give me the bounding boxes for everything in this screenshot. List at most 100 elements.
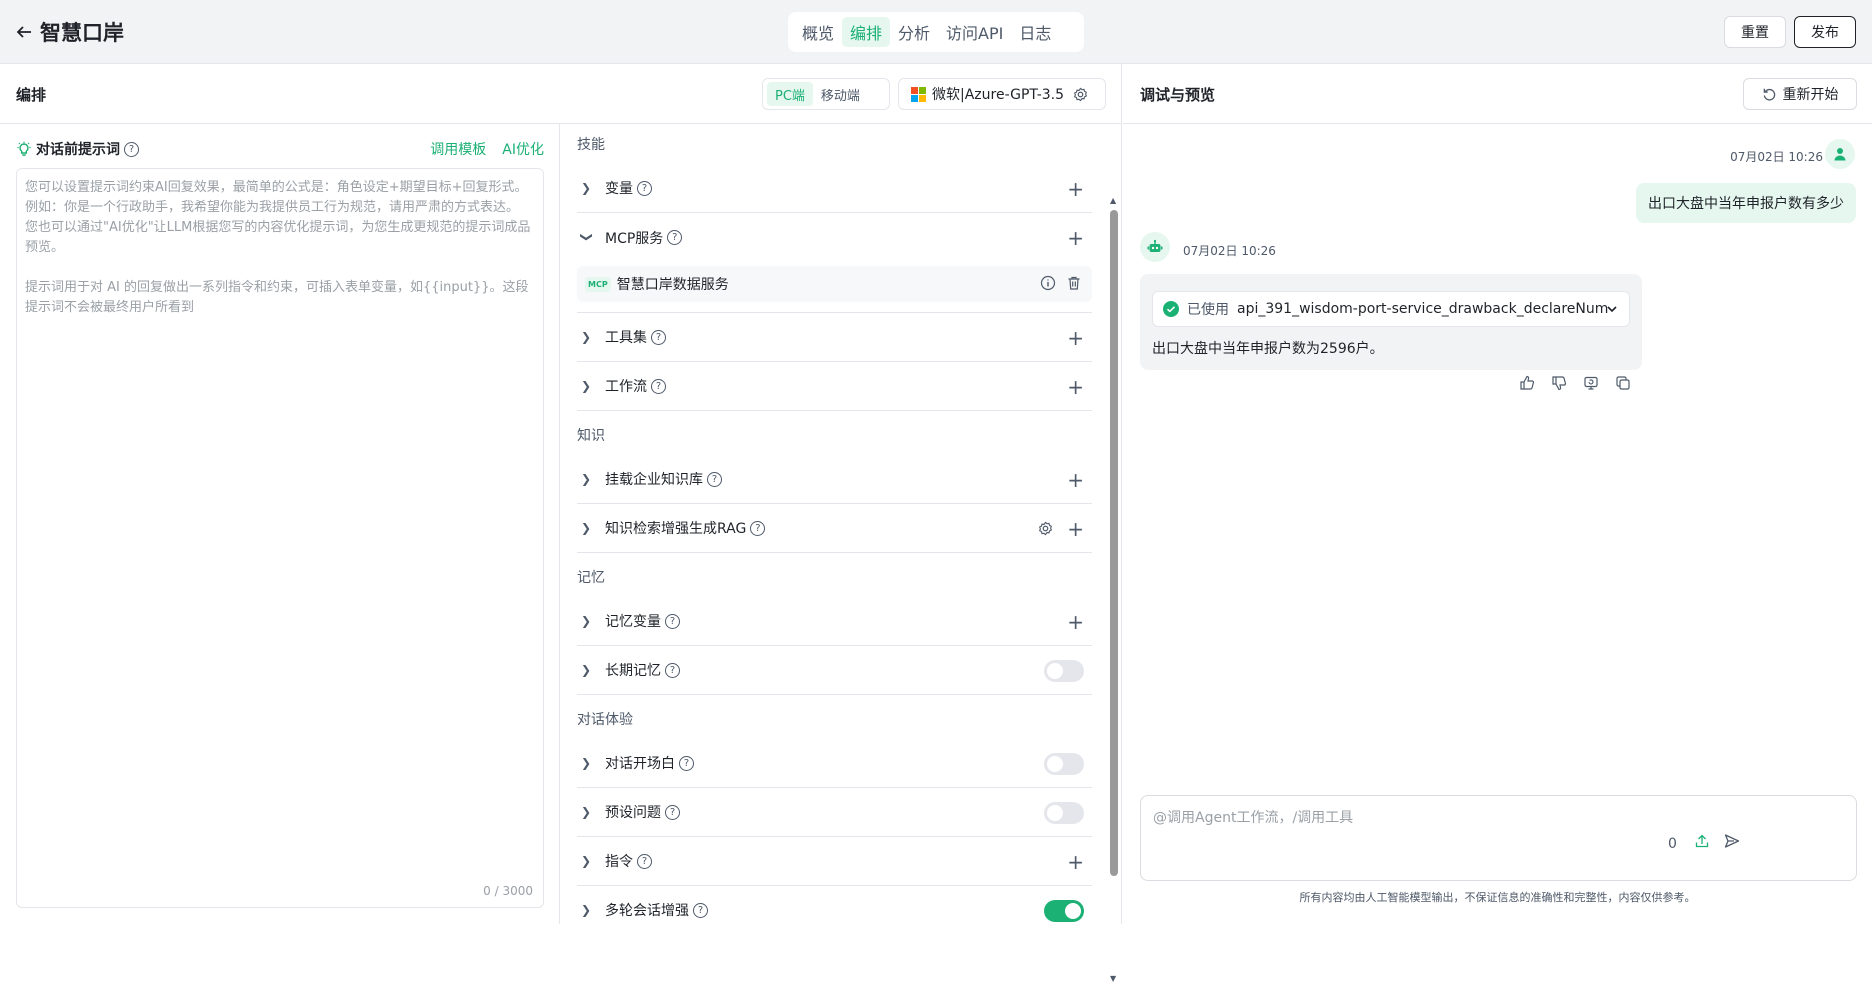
- scroll-up-arrow-icon[interactable]: ▲: [1110, 196, 1116, 205]
- chevron-down-icon: ❯: [580, 231, 594, 242]
- bot-message-bubble: 已使用 api_391_wisdom-port-service_drawback…: [1140, 274, 1642, 370]
- help-icon[interactable]: ?: [637, 853, 652, 869]
- call-template-link[interactable]: 调用模板: [430, 139, 486, 159]
- help-icon[interactable]: ?: [679, 755, 694, 771]
- help-icon[interactable]: ?: [665, 662, 680, 678]
- app-title: 智慧口岸: [40, 21, 124, 45]
- row-long-term-memory-label: 长期记忆: [605, 663, 661, 679]
- section-memory: 记忆: [577, 570, 605, 586]
- delete-icon[interactable]: [1066, 275, 1082, 291]
- ai-optimize-link[interactable]: AI优化: [502, 139, 544, 159]
- chevron-right-icon: ❯: [581, 614, 592, 628]
- model-selector[interactable]: 微软|Azure-GPT-3.5: [898, 78, 1106, 110]
- scrollbar-thumb[interactable]: [1110, 210, 1118, 876]
- help-icon[interactable]: ?: [665, 613, 680, 629]
- help-icon[interactable]: ?: [707, 471, 722, 487]
- skills-column: 技能 ❯ 变量 ? + ❯ MCP服务 ? + MCP 智慧口岸数据服务 ❯ 工…: [560, 124, 1108, 924]
- help-icon[interactable]: ?: [693, 902, 708, 918]
- add-icon[interactable]: +: [1067, 328, 1084, 348]
- row-multi-turn[interactable]: ❯ 多轮会话增强 ?: [577, 886, 1092, 924]
- send-icon[interactable]: [1723, 832, 1741, 850]
- add-icon[interactable]: +: [1067, 228, 1084, 248]
- row-toolset[interactable]: ❯ 工具集 ? +: [577, 313, 1092, 362]
- row-preset-questions[interactable]: ❯ 预设问题 ?: [577, 788, 1092, 837]
- debug-preview-title: 调试与预览: [1140, 86, 1216, 104]
- row-variables-label: 变量: [605, 181, 633, 197]
- help-icon[interactable]: ?: [750, 520, 766, 536]
- thumbs-down-icon[interactable]: [1550, 374, 1568, 392]
- mcp-service-item[interactable]: MCP 智慧口岸数据服务: [577, 266, 1092, 302]
- row-mcp[interactable]: ❯ MCP服务 ? +: [577, 213, 1092, 262]
- disclaimer-text: 所有内容均由人工智能模型输出，不保证信息的准确性和完整性，内容仅供参考。: [1299, 891, 1696, 904]
- bot-answer-text: 出口大盘中当年申报户数为2596户。: [1152, 341, 1384, 357]
- tab-analysis[interactable]: 分析: [890, 17, 938, 47]
- chevron-right-icon: ❯: [581, 756, 592, 770]
- info-icon[interactable]: [1040, 275, 1056, 291]
- row-opening[interactable]: ❯ 对话开场白 ?: [577, 739, 1092, 788]
- prompt-header: 对话前提示词 ? 调用模板 AI优化: [16, 138, 544, 160]
- prompt-char-count: 0 / 3000: [483, 884, 533, 898]
- row-memory-vars[interactable]: ❯ 记忆变量 ? +: [577, 597, 1092, 646]
- add-icon[interactable]: +: [1067, 519, 1084, 539]
- opening-toggle[interactable]: [1044, 752, 1084, 775]
- prompt-placeholder: 您可以设置提示词约束AI回复效果，最简单的公式是：角色设定+期望目标+回复形式。…: [25, 180, 531, 315]
- add-icon[interactable]: +: [1067, 470, 1084, 490]
- chevron-right-icon: ❯: [581, 805, 592, 819]
- prompt-textarea[interactable]: 您可以设置提示词约束AI回复效果，最简单的公式是：角色设定+期望目标+回复形式。…: [16, 168, 544, 908]
- chat-input-count: 0: [1668, 836, 1677, 852]
- chat-input[interactable]: @调用Agent工作流，/调用工具 0: [1140, 795, 1857, 881]
- top-bar: 智慧口岸 概览 编排 分析 访问API 日志 重置 发布: [0, 0, 1872, 64]
- add-icon[interactable]: +: [1067, 179, 1084, 199]
- help-icon[interactable]: ?: [651, 378, 666, 394]
- add-icon[interactable]: +: [1067, 377, 1084, 397]
- scroll-down-arrow-icon[interactable]: ▼: [1110, 974, 1116, 983]
- help-icon[interactable]: ?: [637, 180, 652, 196]
- prompt-label: 对话前提示词: [36, 142, 120, 158]
- tab-overview[interactable]: 概览: [794, 17, 842, 47]
- publish-button[interactable]: 发布: [1794, 16, 1856, 48]
- settings-gear-icon[interactable]: [1073, 87, 1088, 102]
- row-workflow-label: 工作流: [605, 379, 647, 395]
- copy-icon[interactable]: [1614, 374, 1632, 392]
- row-workflow[interactable]: ❯ 工作流 ? +: [577, 362, 1092, 411]
- row-rag[interactable]: ❯ 知识检索增强生成RAG ? +: [577, 504, 1092, 553]
- bot-avatar-icon: [1140, 232, 1170, 262]
- skills-scrollbar[interactable]: ▲ ▼: [1108, 194, 1120, 988]
- reset-button[interactable]: 重置: [1724, 16, 1786, 48]
- row-knowledge-base[interactable]: ❯ 挂载企业知识库 ? +: [577, 455, 1092, 504]
- model-name: 微软|Azure-GPT-3.5: [932, 87, 1065, 103]
- thumbs-up-icon[interactable]: [1518, 374, 1536, 392]
- help-icon[interactable]: ?: [124, 141, 139, 157]
- help-icon[interactable]: ?: [651, 329, 666, 345]
- mcp-badge: MCP: [585, 276, 611, 292]
- preset-questions-toggle[interactable]: [1044, 801, 1084, 824]
- bot-message-time: 07月02日 10:26: [1183, 244, 1276, 258]
- regenerate-icon[interactable]: [1582, 374, 1600, 392]
- user-message-bubble: 出口大盘中当年申报户数有多少: [1636, 183, 1856, 223]
- row-commands[interactable]: ❯ 指令 ? +: [577, 837, 1092, 886]
- settings-gear-icon[interactable]: [1038, 521, 1053, 536]
- chevron-right-icon: ❯: [581, 330, 592, 344]
- tool-used-dropdown[interactable]: 已使用 api_391_wisdom-port-service_drawback…: [1152, 291, 1630, 327]
- row-opening-label: 对话开场白: [605, 756, 675, 772]
- long-term-memory-toggle[interactable]: [1044, 659, 1084, 682]
- upload-icon[interactable]: [1693, 832, 1711, 850]
- add-icon[interactable]: +: [1067, 612, 1084, 632]
- device-pc-tab[interactable]: PC端: [767, 82, 813, 106]
- restart-button[interactable]: 重新开始: [1743, 78, 1857, 110]
- help-icon[interactable]: ?: [667, 230, 683, 245]
- help-icon[interactable]: ?: [665, 804, 680, 820]
- device-mobile-tab[interactable]: 移动端: [813, 82, 868, 106]
- row-long-term-memory[interactable]: ❯ 长期记忆 ?: [577, 646, 1092, 695]
- back-arrow-icon[interactable]: [14, 22, 34, 42]
- tab-orchestration[interactable]: 编排: [842, 17, 891, 47]
- tab-logs[interactable]: 日志: [1011, 17, 1059, 47]
- row-variables[interactable]: ❯ 变量 ? +: [577, 164, 1092, 213]
- tab-access-api[interactable]: 访问API: [938, 17, 1011, 47]
- debug-preview-header: 调试与预览 重新开始: [1123, 64, 1872, 124]
- add-icon[interactable]: +: [1067, 852, 1084, 872]
- multi-turn-toggle[interactable]: [1044, 899, 1084, 922]
- chevron-right-icon: ❯: [581, 472, 592, 486]
- restart-label: 重新开始: [1782, 87, 1839, 103]
- user-message-time: 07月02日 10:26: [1730, 150, 1823, 164]
